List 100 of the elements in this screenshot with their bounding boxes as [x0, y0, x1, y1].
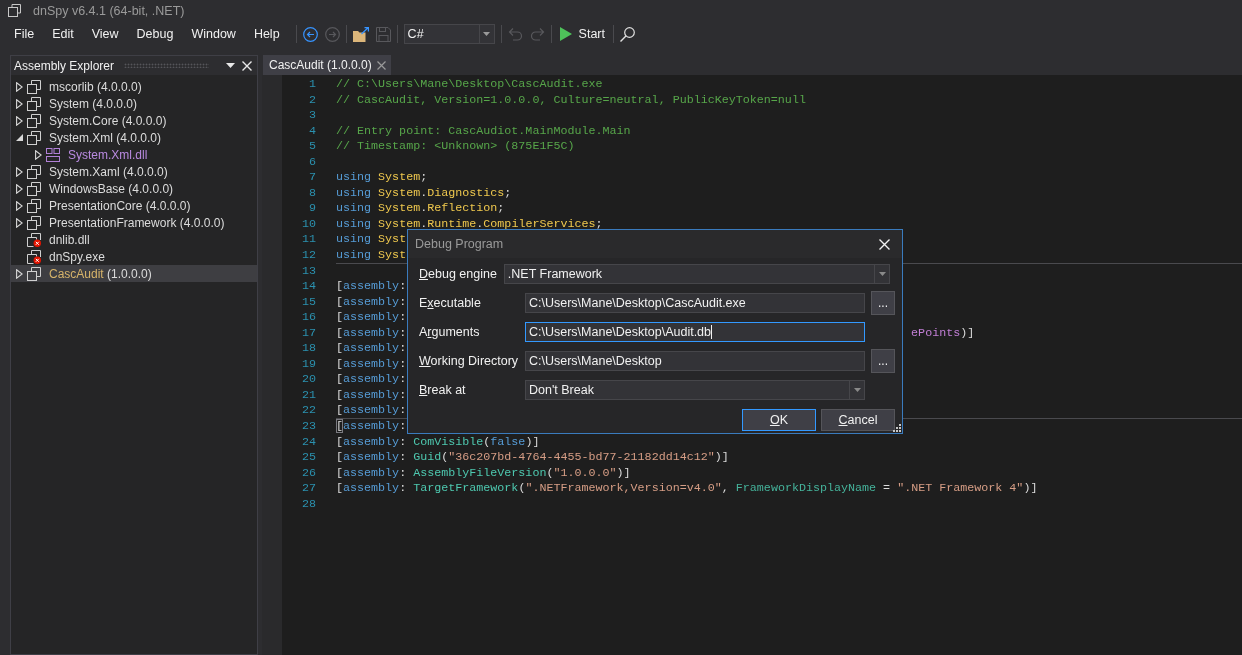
code-line: [assembly: — [336, 279, 407, 294]
code-line: using System; — [336, 170, 428, 185]
code-line: [assembly: — [336, 403, 407, 418]
line-number: 20 — [301, 372, 316, 388]
code-line: [assembly: — [336, 294, 407, 309]
dropdown-icon[interactable] — [226, 63, 235, 68]
code-line: using System.Reflection; — [336, 201, 505, 216]
field-label: Working Directory — [419, 354, 520, 368]
tree-item[interactable]: System.Core (4.0.0.0) — [11, 112, 257, 129]
caret-right-icon[interactable] — [15, 115, 23, 126]
play-icon — [559, 27, 572, 41]
menu-item[interactable]: Edit — [43, 23, 83, 45]
line-number: 19 — [301, 356, 316, 373]
line-number: 27 — [301, 481, 316, 497]
tree-item[interactable]: System.Xaml (4.0.0.0) — [11, 163, 257, 180]
menu-item[interactable]: Debug — [127, 23, 183, 45]
caret-right-icon[interactable] — [15, 200, 23, 211]
code-line: [assembly: — [336, 310, 407, 325]
language-dropdown[interactable]: C# — [403, 24, 495, 44]
caret-icon — [878, 272, 886, 276]
browse-button[interactable]: ... — [871, 349, 895, 373]
blocks-icon — [46, 147, 60, 162]
line-number: 4 — [309, 123, 316, 140]
field-label: Executable — [419, 296, 482, 310]
caret-right-icon[interactable] — [34, 149, 42, 160]
caret-right-icon[interactable] — [15, 268, 23, 279]
drag-handle[interactable] — [124, 63, 209, 68]
input-field[interactable]: C:\Users\Mane\Desktop\Audit.db — [525, 322, 865, 342]
tree-item[interactable]: PresentationFramework (4.0.0.0) — [11, 214, 257, 231]
code-line: [assembly: — [336, 419, 407, 434]
stacked-squares-icon — [27, 266, 41, 281]
tree-item[interactable]: mscorlib (4.0.0.0) — [11, 78, 257, 95]
field-label: Debug engine — [419, 267, 497, 281]
tree-item[interactable]: dnlib.dll — [11, 231, 257, 248]
caret-right-icon[interactable] — [15, 98, 23, 109]
caret-right-icon[interactable] — [15, 183, 23, 194]
line-number: 2 — [309, 92, 316, 109]
menu-item[interactable]: Window — [182, 23, 245, 45]
window-title: dnSpy v6.4.1 (64-bit, .NET) — [33, 3, 185, 18]
code-line: [assembly: — [336, 325, 407, 340]
line-number: 17 — [301, 325, 316, 342]
code-line: using System.Diagnostics; — [336, 185, 512, 200]
stacked-squares-icon — [27, 79, 41, 94]
dropdown[interactable]: Don't Break — [525, 380, 865, 400]
code-line: // Entry point: CascAudiot.MainModule.Main — [336, 123, 631, 138]
code-line: [assembly: — [336, 341, 407, 356]
stacked-squares-icon — [27, 198, 41, 213]
code-line: // Timestamp: <Unknown> (875E1F5C) — [336, 139, 575, 154]
input-field[interactable]: C:\Users\Mane\Desktop — [525, 351, 865, 371]
stacked-squares-icon — [8, 4, 21, 17]
line-number: 23 — [301, 419, 316, 435]
menu-item[interactable]: Help — [244, 23, 289, 45]
start-button[interactable]: Start — [557, 23, 607, 45]
code-line: [assembly: TargetFramework(".NETFramework,Version=v4.0", FrameworkDisplayName = ".NET Framework 4")] — [336, 481, 1038, 496]
code-line: [assembly: AssemblyFileVersion("1.0.0.0")] — [336, 465, 631, 480]
caret-right-icon[interactable] — [15, 217, 23, 228]
code-line: using System.Runtime.CompilerServices; — [336, 216, 603, 231]
line-number: 3 — [309, 108, 316, 124]
browse-button[interactable]: ... — [871, 291, 895, 315]
line-number: 8 — [309, 185, 316, 202]
tree-item[interactable]: CascAudit (1.0.0.0) — [11, 265, 257, 282]
tree-item[interactable]: WindowsBase (4.0.0.0) — [11, 180, 257, 197]
line-number: 14 — [301, 279, 316, 295]
caret-right-icon[interactable] — [15, 166, 23, 177]
back-icon[interactable] — [302, 26, 318, 42]
menu-item[interactable]: View — [82, 23, 128, 45]
stacked-squares-icon — [27, 130, 41, 145]
field-label: Arguments — [419, 325, 481, 339]
code-line: [assembly: — [336, 356, 407, 371]
input-field[interactable]: C:\Users\Mane\Desktop\CascAudit.exe — [525, 293, 865, 313]
dropdown[interactable]: .NET Framework — [503, 264, 890, 284]
search-icon[interactable] — [620, 26, 635, 42]
line-number: 25 — [301, 450, 316, 466]
tree-item[interactable]: System.Xml (4.0.0.0) — [11, 129, 257, 146]
menu-item[interactable]: File — [5, 23, 44, 45]
caret-icon — [853, 388, 861, 392]
line-number: 15 — [301, 294, 316, 311]
code-line: [assembly: ComVisible(false)] — [336, 434, 540, 449]
dialog-button[interactable]: Cancel — [821, 409, 895, 431]
line-number: 11 — [301, 232, 316, 248]
line-number: 5 — [309, 139, 316, 155]
stacked-squares-error-icon — [27, 232, 41, 247]
tree-item[interactable]: PresentationCore (4.0.0.0) — [11, 197, 257, 214]
tree-item[interactable]: System.Xml.dll — [11, 146, 257, 163]
expanded-triangle-icon[interactable] — [15, 134, 23, 141]
caret-icon — [483, 32, 491, 36]
resize-grip-icon[interactable] — [893, 424, 901, 432]
editor-tab[interactable]: CascAudit (1.0.0.0) — [263, 55, 391, 75]
open-folder-icon[interactable] — [352, 26, 369, 42]
caret-right-icon[interactable] — [15, 81, 23, 92]
line-number: 28 — [301, 496, 316, 513]
dialog-title: Debug Program — [415, 237, 505, 251]
stacked-squares-error-icon — [27, 249, 41, 264]
line-number: 7 — [309, 170, 316, 186]
line-number: 12 — [301, 248, 316, 264]
default-button[interactable]: OK — [742, 409, 816, 431]
tree-item[interactable]: dnSpy.exe — [11, 248, 257, 265]
line-number: 21 — [301, 387, 316, 404]
code-line: using Syst — [336, 248, 407, 262]
tree-item[interactable]: System (4.0.0.0) — [11, 95, 257, 112]
